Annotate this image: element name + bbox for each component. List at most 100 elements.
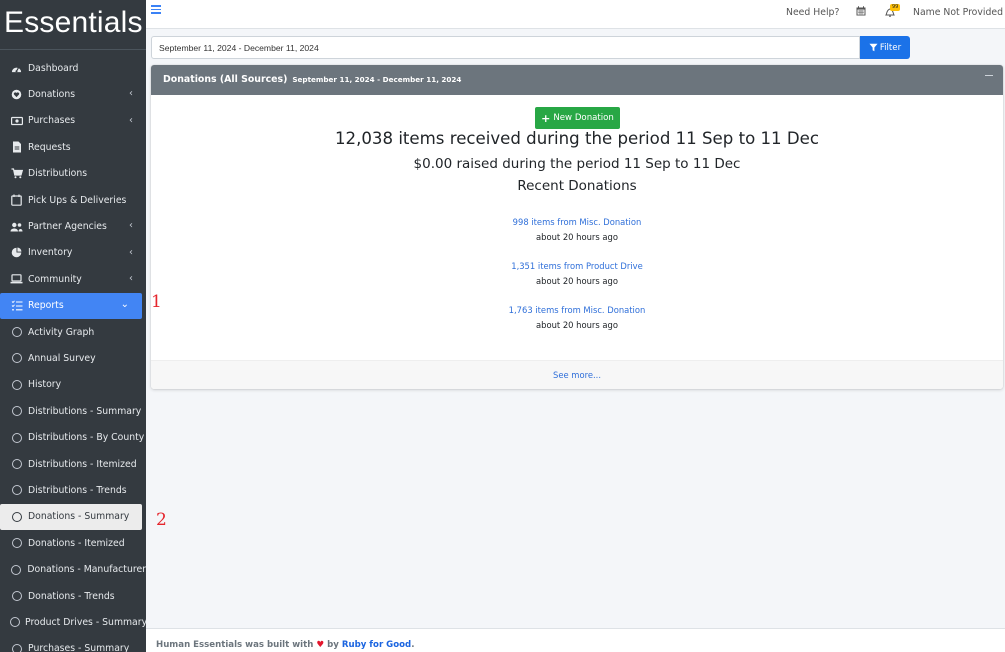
circle-icon <box>10 378 23 391</box>
heart-icon: ♥ <box>316 640 325 650</box>
sidebar-item-label: Requests <box>28 141 71 153</box>
donations-card: Donations (All Sources) September 11, 20… <box>151 65 1003 389</box>
sidebar-item-distributions[interactable]: Distributions <box>0 161 146 187</box>
sidebar-item-purchases[interactable]: Purchases ‹ <box>0 108 146 134</box>
sidebar-item-label: Distributions <box>28 168 88 180</box>
chevron-left-icon: ‹ <box>129 88 133 100</box>
circle-icon <box>10 642 23 652</box>
sidebar-item-distributions-by-county[interactable]: Distributions - By County <box>0 424 146 450</box>
hamburger-menu-icon[interactable] <box>151 5 161 15</box>
sidebar-item-label: Purchases - Summary <box>28 643 130 652</box>
circle-icon <box>10 484 23 497</box>
sidebar-item-annual-survey[interactable]: Annual Survey <box>0 345 146 371</box>
card-header: Donations (All Sources) September 11, 20… <box>151 65 1003 95</box>
circle-icon <box>10 352 23 365</box>
new-donation-button[interactable]: + New Donation <box>535 107 620 129</box>
annotation-number-2: 2 <box>156 510 167 530</box>
sidebar-item-label: Donations - Itemized <box>28 537 125 549</box>
sidebar-item-donations-itemized[interactable]: Donations - Itemized <box>0 530 146 556</box>
donation-time: about 20 hours ago <box>536 276 618 286</box>
donation-link[interactable]: 1,763 items from Misc. Donation <box>151 305 1003 315</box>
notifications-bell-icon[interactable]: 99 <box>884 4 902 17</box>
brand-logo[interactable]: Essentials <box>0 0 146 50</box>
sidebar-item-label: Activity Graph <box>28 326 95 338</box>
sidebar-item-donations-trends[interactable]: Donations - Trends <box>0 583 146 609</box>
circle-icon <box>10 326 23 339</box>
sidebar-item-label: Donations <box>28 89 76 101</box>
calendar-icon <box>10 194 23 207</box>
sidebar-item-distributions-trends[interactable]: Distributions - Trends <box>0 477 146 503</box>
sidebar-item-requests[interactable]: Requests <box>0 134 146 160</box>
sidebar-item-label: Product Drives - Summary <box>25 616 146 628</box>
filter-icon <box>869 43 878 52</box>
ruby-for-good-link[interactable]: Ruby for Good <box>342 640 411 650</box>
collapse-icon[interactable] <box>985 75 993 77</box>
sidebar-item-label: Distributions - Itemized <box>28 458 137 470</box>
filter-button-label: Filter <box>879 42 902 53</box>
donation-time: about 20 hours ago <box>536 320 618 330</box>
calendar-icon[interactable] <box>856 6 866 16</box>
page-footer: Human Essentials was built with ♥ by Rub… <box>146 628 1005 652</box>
donation-link[interactable]: 998 items from Misc. Donation <box>151 217 1003 227</box>
sidebar: Essentials Dashboard Donations ‹ Purchas… <box>0 0 146 652</box>
sidebar-item-partner-agencies[interactable]: Partner Agencies ‹ <box>0 213 146 239</box>
sidebar-item-dashboard[interactable]: Dashboard <box>0 55 146 81</box>
sidebar-item-label: Community <box>28 273 82 285</box>
date-range-input[interactable] <box>151 36 860 59</box>
top-navbar: Need Help? 99 Name Not Provided <box>146 0 1005 29</box>
see-more-link[interactable]: See more... <box>553 370 601 380</box>
sidebar-item-purchases-summary[interactable]: Purchases - Summary <box>0 636 146 652</box>
need-help-link[interactable]: Need Help? <box>786 7 839 18</box>
sidebar-item-label: Partner Agencies <box>28 221 107 233</box>
purchases-icon <box>10 114 23 127</box>
circle-icon <box>10 458 23 471</box>
sidebar-item-label: Inventory <box>28 247 73 259</box>
sidebar-item-distributions-itemized[interactable]: Distributions - Itemized <box>0 451 146 477</box>
annotation-number-1: 1 <box>151 292 162 312</box>
circle-icon <box>10 510 23 523</box>
sidebar-item-history[interactable]: History <box>0 372 146 398</box>
sidebar-item-inventory[interactable]: Inventory ‹ <box>0 240 146 266</box>
sidebar-item-label: Donations - Manufacturer <box>27 564 146 576</box>
circle-icon <box>10 405 23 418</box>
donation-time: about 20 hours ago <box>536 232 618 242</box>
footer-suffix: . <box>411 640 415 650</box>
filter-button[interactable]: Filter <box>860 36 910 59</box>
sidebar-item-product-drives-summary[interactable]: Product Drives - Summary <box>0 609 146 635</box>
sidebar-item-community[interactable]: Community ‹ <box>0 266 146 292</box>
sidebar-item-donations-manufacturer[interactable]: Donations - Manufacturer <box>0 556 146 582</box>
money-raised-summary: $0.00 raised during the period 11 Sep to… <box>413 156 741 172</box>
chevron-left-icon: ‹ <box>129 273 133 285</box>
donations-icon <box>10 88 23 101</box>
card-subtitle: September 11, 2024 - December 11, 2024 <box>292 75 462 84</box>
sidebar-item-donations-summary[interactable]: Donations - Summary <box>0 503 142 531</box>
sidebar-item-reports[interactable]: Reports ⌄ <box>0 292 142 319</box>
circle-icon <box>10 590 23 603</box>
list-item: 998 items from Misc. Donation about 20 h… <box>151 217 1003 242</box>
sidebar-item-pick-ups-deliveries[interactable]: Pick Ups & Deliveries <box>0 187 146 213</box>
sidebar-item-activity-graph[interactable]: Activity Graph <box>0 319 146 345</box>
sidebar-item-label: History <box>28 379 62 391</box>
sidebar-item-label: Distributions - By County <box>28 432 145 444</box>
sidebar-item-donations[interactable]: Donations ‹ <box>0 81 146 107</box>
chevron-left-icon: ‹ <box>129 246 133 258</box>
sidebar-item-label: Pick Ups & Deliveries <box>28 194 127 206</box>
distributions-icon <box>10 167 23 180</box>
requests-icon <box>10 141 23 154</box>
list-item: 1,763 items from Misc. Donation about 20… <box>151 305 1003 330</box>
sidebar-item-label: Distributions - Summary <box>28 405 142 417</box>
laptop-icon <box>10 273 23 286</box>
inventory-icon <box>10 246 23 259</box>
sidebar-item-label: Annual Survey <box>28 352 96 364</box>
user-menu[interactable]: Name Not Provided <box>913 7 1003 18</box>
users-icon <box>10 220 23 233</box>
footer-by: by <box>327 640 339 650</box>
footer-prefix: Human Essentials was built with <box>156 640 314 650</box>
donation-link[interactable]: 1,351 items from Product Drive <box>151 261 1003 271</box>
recent-donations-heading: Recent Donations <box>517 178 637 194</box>
new-donation-label: New Donation <box>553 113 614 123</box>
sidebar-item-distributions-summary[interactable]: Distributions - Summary <box>0 398 146 424</box>
notification-badge: 99 <box>890 4 901 11</box>
dashboard-icon <box>10 62 23 75</box>
plus-icon: + <box>541 111 551 125</box>
